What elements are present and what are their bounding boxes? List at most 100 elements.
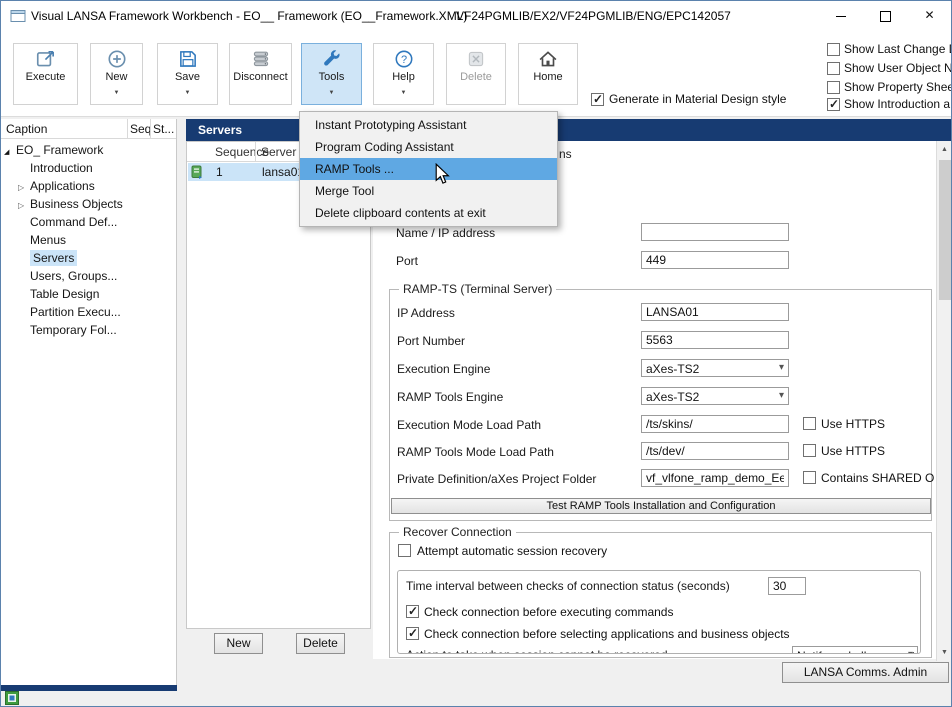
lansa-comms-admin-button[interactable]: LANSA Comms. Admin <box>782 662 949 683</box>
tree-item-applications[interactable]: Applications <box>1 177 176 195</box>
partial-tab-label[interactable]: ns <box>559 147 572 161</box>
lansa-status-icon <box>5 691 19 707</box>
show-property-sheet-checkbox[interactable] <box>827 81 840 94</box>
new-server-button[interactable]: New <box>214 633 263 654</box>
material-design-label: Generate in Material Design style <box>609 92 786 106</box>
attempt-recovery-checkbox[interactable] <box>398 544 411 557</box>
menu-item-delete-clipboard[interactable]: Delete clipboard contents at exit <box>300 202 557 224</box>
tree-item-business-objects[interactable]: Business Objects <box>1 195 176 213</box>
recover-group-title: Recover Connection <box>399 525 516 539</box>
expander-expanded-icon[interactable] <box>4 141 16 162</box>
ramp-tools-engine-label: RAMP Tools Engine <box>397 390 503 404</box>
use-https-2-label: Use HTTPS <box>821 444 885 458</box>
home-button[interactable]: Home <box>518 43 578 105</box>
server-sequence-cell: 1 <box>216 165 223 179</box>
material-design-checkbox[interactable] <box>591 93 604 106</box>
delete-button[interactable]: Delete <box>446 43 506 105</box>
column-divider[interactable] <box>255 142 256 162</box>
tree-item-command-def[interactable]: Command Def... <box>1 213 176 231</box>
show-last-change-label: Show Last Change D <box>844 42 952 56</box>
app-icon <box>10 8 26 27</box>
menu-item-ramp-tools[interactable]: RAMP Tools ... <box>300 158 557 180</box>
expander-collapsed-icon[interactable] <box>18 195 30 215</box>
minimize-button[interactable] <box>818 1 863 30</box>
column-divider[interactable] <box>150 119 151 139</box>
tree-item-menus[interactable]: Menus <box>1 231 176 249</box>
tree-column-caption[interactable]: Caption <box>6 122 47 136</box>
new-icon <box>91 48 142 70</box>
port-field[interactable] <box>641 251 789 269</box>
menu-item-instant-prototyping[interactable]: Instant Prototyping Assistant <box>300 114 557 136</box>
scroll-down-icon[interactable] <box>937 644 952 661</box>
show-user-object-label: Show User Object N <box>844 61 952 75</box>
recovery-options-box: Time interval between checks of connecti… <box>397 570 921 654</box>
server-icon <box>191 165 203 182</box>
recovery-action-select[interactable]: Notify and allow user t <box>792 646 918 654</box>
disconnect-button[interactable]: Disconnect <box>229 43 292 105</box>
contains-shared-label: Contains SHARED Obj <box>821 471 934 485</box>
ramp-tools-engine-select[interactable]: aXes-TS2 <box>641 387 789 405</box>
servers-column-server[interactable]: Server <box>261 145 296 159</box>
window-title: Visual LANSA Framework Workbench - EO__ … <box>31 9 467 23</box>
expander-collapsed-icon[interactable] <box>18 177 30 197</box>
navigation-tree-panel: Caption Seq St... EO_ Framework Introduc… <box>1 119 177 685</box>
chevron-down-icon <box>329 83 335 97</box>
menu-item-merge-tool[interactable]: Merge Tool <box>300 180 557 202</box>
execute-button[interactable]: Execute <box>13 43 78 105</box>
tree-column-seq[interactable]: Seq <box>130 122 151 136</box>
use-https-2-checkbox[interactable] <box>803 444 816 457</box>
menu-item-program-coding[interactable]: Program Coding Assistant <box>300 136 557 158</box>
scrollbar-thumb[interactable] <box>939 160 951 300</box>
tree-column-status[interactable]: St... <box>153 122 174 136</box>
port-number-field[interactable] <box>641 331 789 349</box>
scroll-up-icon[interactable] <box>937 141 952 158</box>
recovery-action-label: Action to take when session cannot be re… <box>406 648 668 654</box>
tools-button[interactable]: Tools <box>301 43 362 105</box>
chevron-down-icon <box>185 83 191 97</box>
contains-shared-checkbox[interactable] <box>803 471 816 484</box>
ramp-tools-path-field[interactable] <box>641 442 789 460</box>
interval-label: Time interval between checks of connecti… <box>406 579 730 593</box>
port-label: Port <box>396 254 418 268</box>
close-button[interactable] <box>907 1 952 30</box>
tools-menu: Instant Prototyping Assistant Program Co… <box>299 111 558 227</box>
use-https-1-label: Use HTTPS <box>821 417 885 431</box>
use-https-1-checkbox[interactable] <box>803 417 816 430</box>
name-ip-field[interactable] <box>641 223 789 241</box>
disconnect-icon <box>230 48 291 70</box>
chevron-down-icon <box>401 83 407 97</box>
ip-address-field[interactable] <box>641 303 789 321</box>
ramp-tools-path-label: RAMP Tools Mode Load Path <box>397 445 554 459</box>
check-before-selecting-checkbox[interactable] <box>406 627 419 640</box>
tree-item-table-design[interactable]: Table Design <box>1 285 176 303</box>
show-last-change-checkbox[interactable] <box>827 43 840 56</box>
title-bar: Visual LANSA Framework Workbench - EO__ … <box>1 1 951 31</box>
show-introduction-checkbox[interactable] <box>827 98 840 111</box>
tree-item-introduction[interactable]: Introduction <box>1 159 176 177</box>
save-icon <box>158 48 217 70</box>
new-button[interactable]: New <box>90 43 143 105</box>
private-definition-field[interactable] <box>641 469 789 487</box>
tree-item-partition-execution[interactable]: Partition Execu... <box>1 303 176 321</box>
tree-item-users-groups[interactable]: Users, Groups... <box>1 267 176 285</box>
check-before-commands-checkbox[interactable] <box>406 605 419 618</box>
help-icon: ? <box>374 48 433 70</box>
interval-field[interactable] <box>768 577 806 595</box>
check-before-selecting-label: Check connection before selecting applic… <box>424 627 790 641</box>
vertical-scrollbar[interactable] <box>936 141 952 661</box>
delete-server-button[interactable]: Delete <box>296 633 345 654</box>
execution-mode-path-field[interactable] <box>641 415 789 433</box>
test-ramp-tools-button[interactable]: Test RAMP Tools Installation and Configu… <box>391 498 931 514</box>
mouse-cursor-icon <box>434 163 450 188</box>
show-user-object-checkbox[interactable] <box>827 62 840 75</box>
check-before-commands-label: Check connection before executing comman… <box>424 605 673 619</box>
maximize-button[interactable] <box>863 1 908 30</box>
tree-item-framework[interactable]: EO_ Framework <box>1 141 176 159</box>
column-divider[interactable] <box>127 119 128 139</box>
execution-engine-label: Execution Engine <box>397 362 490 376</box>
execution-engine-select[interactable]: aXes-TS2 <box>641 359 789 377</box>
save-button[interactable]: Save <box>157 43 218 105</box>
tree-item-servers[interactable]: Servers <box>1 249 176 267</box>
help-button[interactable]: ? Help <box>373 43 434 105</box>
tree-item-temporary-folder[interactable]: Temporary Fol... <box>1 321 176 339</box>
